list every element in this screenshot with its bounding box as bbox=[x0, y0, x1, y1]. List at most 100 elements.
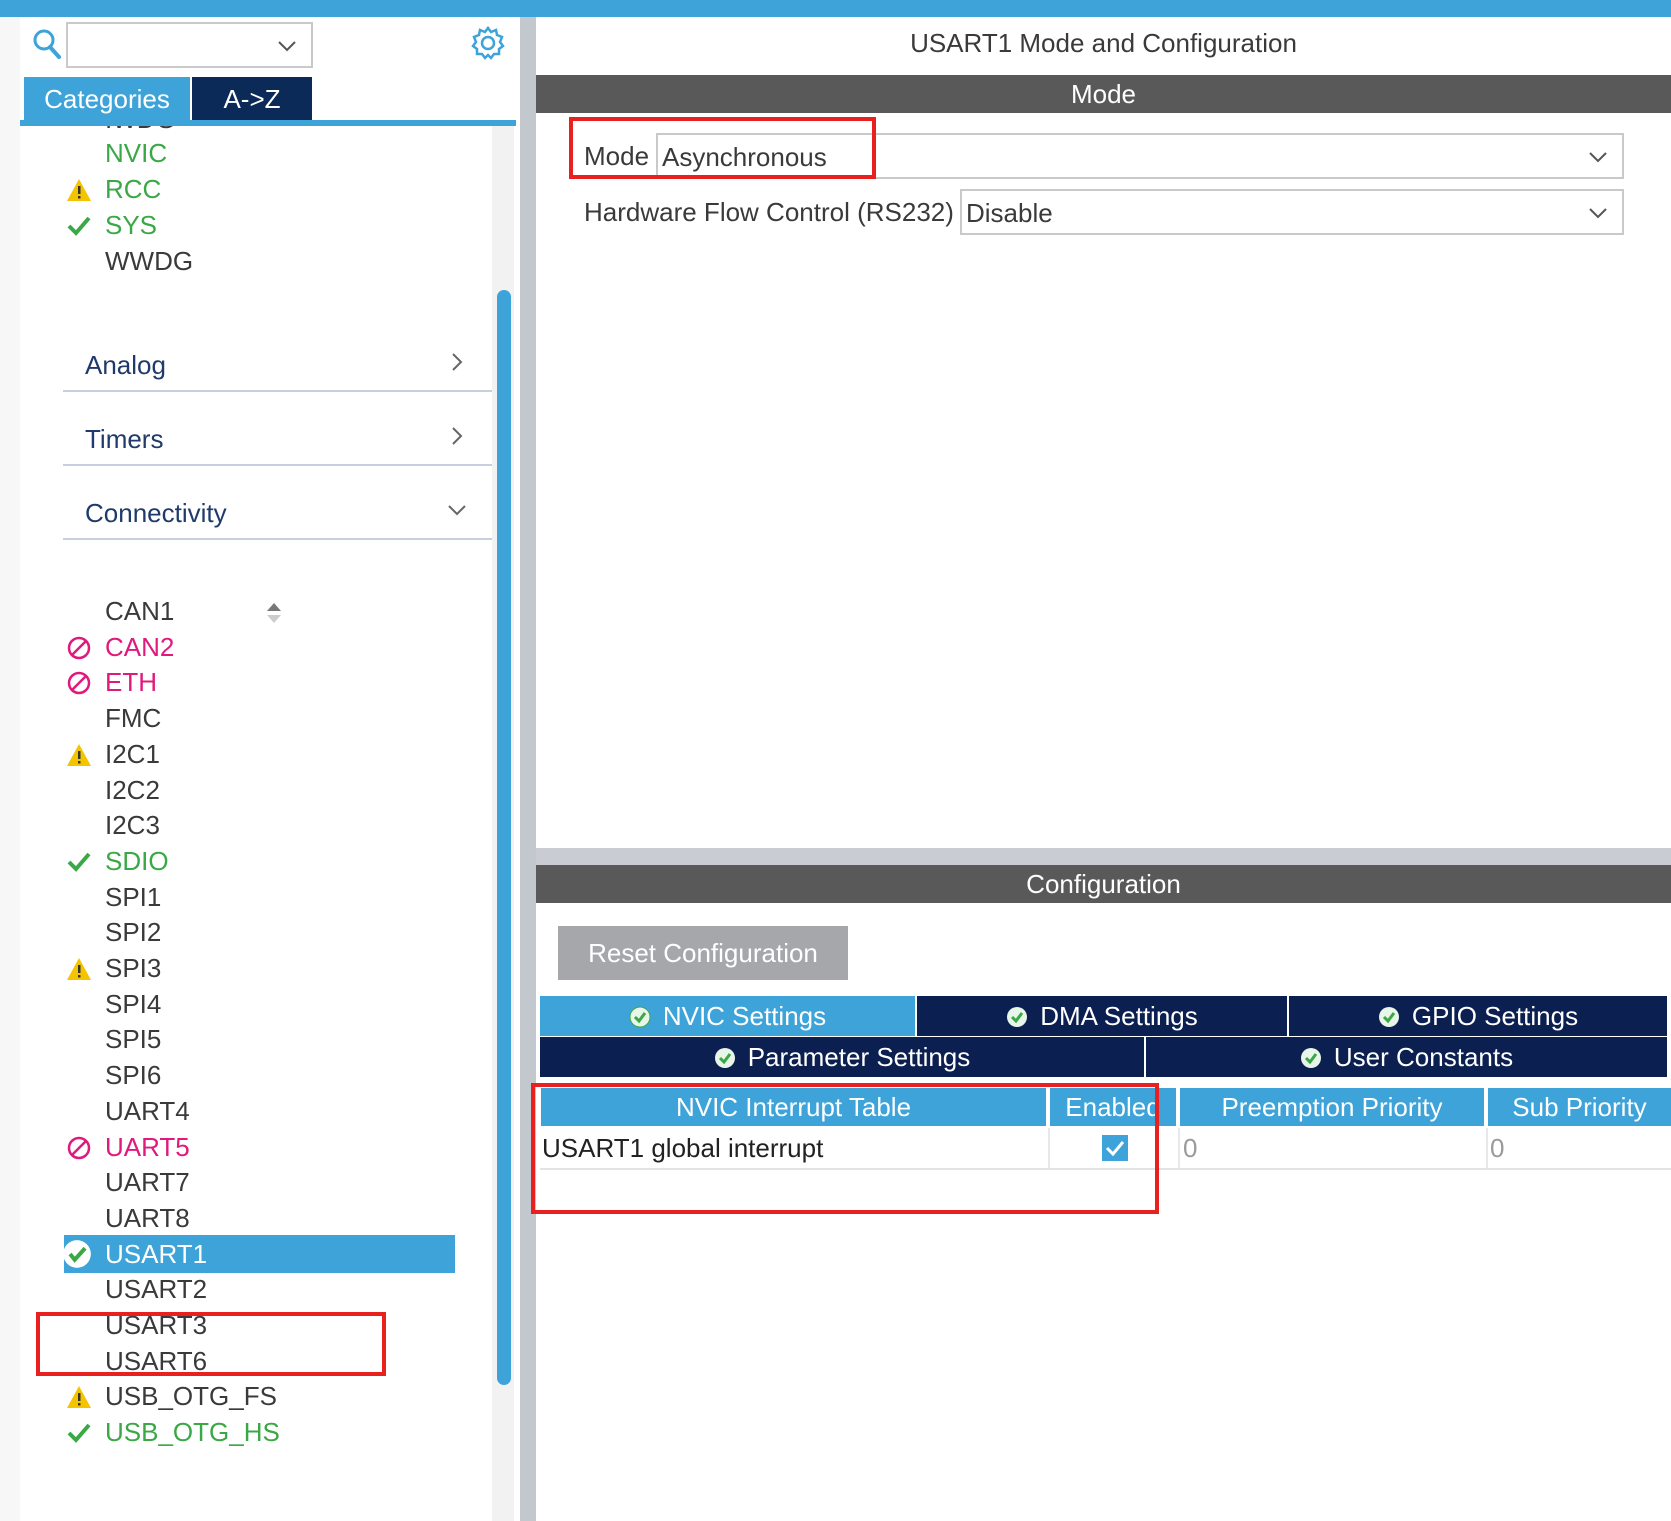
tab-gpio-settings[interactable]: GPIO Settings bbox=[1289, 996, 1667, 1036]
list-item-can2[interactable]: CAN2 bbox=[20, 628, 500, 666]
tab-label: NVIC Settings bbox=[662, 1001, 827, 1031]
check-circle-icon bbox=[629, 1006, 651, 1028]
highlight-box-nvic-table bbox=[531, 1083, 1159, 1214]
disabled-icon bbox=[67, 1136, 91, 1159]
preemption-priority-value[interactable]: 0 bbox=[1183, 1128, 1197, 1168]
list-item-usb_otg_fs[interactable]: USB_OTG_FS bbox=[20, 1377, 500, 1415]
tab-a-z[interactable]: A->Z bbox=[192, 77, 312, 121]
list-item-label: USART2 bbox=[105, 1274, 208, 1305]
check-circle-icon bbox=[714, 1048, 735, 1068]
section-label: Timers bbox=[85, 424, 164, 454]
list-item-label: SPI1 bbox=[105, 881, 162, 912]
splitter[interactable] bbox=[536, 848, 1671, 865]
list-item[interactable]: RCC bbox=[20, 170, 500, 208]
tab-nvic-settings[interactable]: NVIC Settings bbox=[540, 996, 915, 1036]
list-item[interactable]: NVIC bbox=[20, 134, 500, 172]
list-item-label: WWDG bbox=[105, 246, 194, 276]
list-item-label: I2C1 bbox=[105, 738, 160, 769]
checkmark-icon bbox=[67, 216, 91, 236]
tab-categories[interactable]: Categories bbox=[24, 77, 190, 121]
column-divider bbox=[1486, 1128, 1488, 1168]
list-item-sdio[interactable]: SDIO bbox=[20, 842, 500, 880]
warning-icon bbox=[67, 743, 91, 766]
check-circle-icon bbox=[1300, 1048, 1321, 1068]
list-item-usart1[interactable]: USART1 bbox=[20, 1234, 500, 1273]
search-icon[interactable] bbox=[32, 28, 62, 60]
disabled-icon bbox=[67, 672, 91, 695]
list-item-spi1[interactable]: SPI1 bbox=[20, 878, 500, 916]
gear-icon[interactable] bbox=[470, 25, 506, 61]
list-item-label: SPI3 bbox=[105, 953, 162, 983]
tab-dma-settings[interactable]: DMA Settings bbox=[917, 996, 1287, 1036]
list-item-fmc[interactable]: FMC bbox=[20, 699, 500, 737]
list-item-label: UART4 bbox=[105, 1095, 190, 1126]
tab-parameter-settings[interactable]: Parameter Settings bbox=[540, 1037, 1144, 1077]
list-item-label: I2C3 bbox=[105, 810, 160, 841]
list-item[interactable]: WWDG bbox=[20, 242, 500, 280]
list-item-label: CAN1 bbox=[105, 596, 175, 626]
list-item-spi3[interactable]: SPI3 bbox=[20, 949, 500, 987]
chevron-right-icon bbox=[452, 427, 463, 445]
list-item-label: USART1 bbox=[105, 1238, 208, 1269]
list-item-uart7[interactable]: UART7 bbox=[20, 1163, 500, 1201]
tab-label: DMA Settings bbox=[1040, 1001, 1198, 1031]
list-item-spi4[interactable]: SPI4 bbox=[20, 985, 500, 1023]
list-item-i2c1[interactable]: I2C1 bbox=[20, 735, 500, 773]
section-label: Connectivity bbox=[85, 498, 227, 528]
list-item-uart5[interactable]: UART5 bbox=[20, 1128, 500, 1166]
list-item-spi2[interactable]: SPI2 bbox=[20, 913, 500, 951]
tab-user-constants[interactable]: User Constants bbox=[1146, 1037, 1667, 1077]
flow-control-select[interactable]: Disable bbox=[960, 189, 1624, 235]
list-item-i2c2[interactable]: I2C2 bbox=[20, 771, 500, 809]
window-top-bar bbox=[0, 0, 1671, 17]
disabled-icon bbox=[67, 636, 91, 659]
list-scrollbar-thumb[interactable] bbox=[497, 290, 511, 1385]
list-item-spi5[interactable]: SPI5 bbox=[20, 1020, 500, 1058]
section-timers[interactable]: Timers bbox=[63, 408, 497, 466]
highlight-box-usart1 bbox=[36, 1312, 386, 1376]
list-item-i2c3[interactable]: I2C3 bbox=[20, 806, 500, 844]
flow-control-select-value: Disable bbox=[966, 198, 1053, 228]
reset-configuration-button[interactable]: Reset Configuration bbox=[558, 926, 848, 980]
list-item-uart4[interactable]: UART4 bbox=[20, 1092, 500, 1130]
list-item-label: SDIO bbox=[105, 845, 169, 876]
list-item-can1[interactable]: CAN1 bbox=[20, 592, 500, 630]
list-item-label: UART7 bbox=[105, 1167, 190, 1198]
section-label: Analog bbox=[85, 350, 166, 380]
check-circle-icon bbox=[1378, 1007, 1399, 1027]
section-connectivity[interactable]: Connectivity bbox=[63, 482, 497, 540]
list-item-uart8[interactable]: UART8 bbox=[20, 1199, 500, 1237]
warning-icon bbox=[67, 1386, 91, 1409]
sub-priority-value[interactable]: 0 bbox=[1490, 1128, 1504, 1168]
warning-icon bbox=[67, 179, 91, 201]
tab-label: GPIO Settings bbox=[1411, 1001, 1579, 1031]
tab-label: User Constants bbox=[1333, 1042, 1514, 1072]
list-item-usb_otg_hs[interactable]: USB_OTG_HS bbox=[20, 1413, 500, 1451]
highlight-box-mode bbox=[569, 117, 876, 179]
list-item-label: ETH bbox=[105, 667, 157, 698]
right-panel bbox=[536, 17, 1671, 1521]
check-circle-icon bbox=[63, 1239, 91, 1268]
list-item-label: SPI6 bbox=[105, 1060, 162, 1091]
tab-label: Parameter Settings bbox=[747, 1042, 971, 1072]
column-header-preemption[interactable]: Preemption Priority bbox=[1180, 1088, 1484, 1126]
list-item-eth[interactable]: ETH bbox=[20, 663, 500, 701]
panel-divider[interactable] bbox=[520, 17, 536, 1521]
chevron-down-icon bbox=[1589, 208, 1607, 219]
list-item-usart2[interactable]: USART2 bbox=[20, 1270, 500, 1308]
column-header-sub-priority[interactable]: Sub Priority bbox=[1488, 1088, 1671, 1126]
mode-header: Mode bbox=[536, 75, 1671, 113]
app-window: Categories A->Z IWDG NVIC RCC SYS WWDG A… bbox=[0, 0, 1671, 1521]
list-item-label: RCC bbox=[105, 174, 162, 204]
list-item[interactable]: SYS bbox=[20, 206, 500, 244]
checkmark-icon bbox=[67, 852, 91, 872]
list-item-label: SPI2 bbox=[105, 917, 162, 948]
section-analog[interactable]: Analog bbox=[63, 334, 497, 392]
chevron-right-icon bbox=[452, 353, 463, 371]
list-item-label: FMC bbox=[105, 703, 162, 734]
configuration-header: Configuration bbox=[536, 865, 1671, 903]
chevron-down-icon[interactable] bbox=[275, 34, 299, 58]
page-title: USART1 Mode and Configuration bbox=[910, 28, 1297, 58]
search-combo[interactable] bbox=[66, 22, 313, 68]
list-item-spi6[interactable]: SPI6 bbox=[20, 1056, 500, 1094]
